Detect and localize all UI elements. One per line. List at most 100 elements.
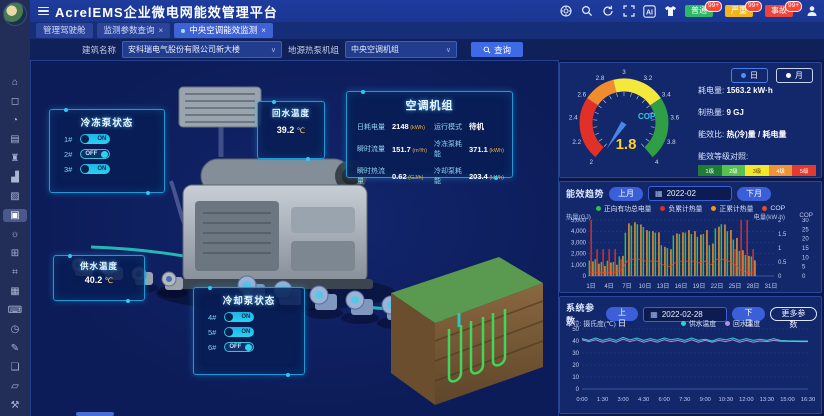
- tab-2[interactable]: 监测参数查询×: [97, 23, 171, 37]
- refresh-icon[interactable]: [601, 5, 614, 18]
- legend-item: 正向有功总电量: [596, 203, 652, 213]
- dashboard-icon[interactable]: ▣: [3, 209, 27, 222]
- layers-icon[interactable]: ❏: [3, 361, 27, 374]
- stat-value: 371.1 (kWh): [469, 145, 504, 154]
- main-content: 冷冻泵状态 1#ON2#OFF3#ON 回水温度 39.2 ℃ 空调机组 日耗电…: [30, 60, 824, 416]
- stat-label: 瞬时热流量: [357, 166, 385, 186]
- pump-toggle[interactable]: ON: [80, 134, 110, 144]
- alarm-badge-normal[interactable]: 普通99+: [685, 5, 713, 17]
- system-select[interactable]: 中央空调机组 ∨: [345, 41, 457, 58]
- screen-icon[interactable]: ◻: [3, 95, 27, 108]
- menu-toggle-icon[interactable]: [38, 7, 49, 16]
- search-icon[interactable]: [580, 5, 593, 18]
- svg-text:1.5: 1.5: [778, 232, 787, 238]
- edit-icon[interactable]: ✎: [3, 342, 27, 355]
- svg-text:0: 0: [583, 274, 587, 280]
- svg-text:30: 30: [802, 218, 809, 224]
- svg-text:9:00: 9:00: [700, 397, 711, 403]
- toggle-knob: [245, 344, 252, 351]
- folder-icon[interactable]: ▤: [3, 133, 27, 146]
- day-mode-button[interactable]: 日: [731, 68, 768, 83]
- pump-toggle[interactable]: ON: [224, 327, 254, 337]
- legend-label: 正累计热量: [719, 203, 753, 213]
- toggle-state: ON: [241, 329, 250, 335]
- ai-icon[interactable]: AI: [643, 5, 656, 18]
- calendar-icon[interactable]: ▦: [3, 285, 27, 298]
- svg-text:20: 20: [802, 237, 809, 243]
- svg-text:13日: 13日: [657, 283, 670, 290]
- bulb-icon[interactable]: ☼: [3, 228, 27, 241]
- bar-chart-icon[interactable]: ▟: [3, 171, 27, 184]
- theme-icon[interactable]: [559, 5, 572, 18]
- ahu-stats-panel: 空调机组 日耗电量2148 (kWh)运行模式待机瞬时流量151.7 (m³/h…: [346, 91, 513, 178]
- legend-label: 正向有功总电量: [604, 203, 652, 213]
- building-icon[interactable]: ♜: [3, 152, 27, 165]
- pump-row: 1#ON: [64, 134, 164, 144]
- toggle-state: ON: [97, 166, 106, 172]
- energy-stats: 耗电量: 1563.2 kW·h 制热量: 9 GJ 能效比: 热(冷)量 / …: [698, 85, 816, 176]
- system-chart: 010203040500:001:303:004:306:007:309:001…: [562, 327, 820, 411]
- query-button[interactable]: 查询: [471, 42, 523, 57]
- svg-text:13:30: 13:30: [760, 397, 775, 403]
- svg-text:25日: 25日: [729, 283, 742, 290]
- legend-dot: [725, 321, 730, 326]
- right-panel: 日 月 22.22.42.62.833.23.43.63.84COP1.8 耗电…: [559, 62, 822, 414]
- globe-icon[interactable]: ◔: [3, 114, 27, 127]
- next-month-button[interactable]: 下月: [737, 187, 771, 201]
- svg-text:3.8: 3.8: [667, 139, 676, 146]
- tab-label: 中央空调能效监测: [189, 25, 257, 35]
- tab-1[interactable]: 管理驾驶舱: [36, 23, 93, 37]
- toggle-knob: [81, 165, 89, 173]
- user-icon[interactable]: [805, 5, 818, 18]
- svg-text:12:00: 12:00: [739, 397, 754, 403]
- pump-toggle[interactable]: ON: [80, 164, 110, 174]
- pump-id: 5#: [208, 328, 216, 337]
- svg-text:2.8: 2.8: [596, 75, 605, 82]
- svg-text:4:30: 4:30: [638, 397, 649, 403]
- supply-temp-value: 40.2 ℃: [54, 275, 144, 285]
- pump-toggle[interactable]: ON: [224, 312, 254, 322]
- image-icon[interactable]: ▨: [3, 190, 27, 203]
- alarm-badge-accident[interactable]: 事故99+: [765, 5, 793, 17]
- panel-title: 冷却泵状态: [194, 293, 304, 307]
- skin-icon[interactable]: [664, 5, 677, 18]
- toggle-knob: [81, 135, 89, 143]
- stat-label: 冷冻泵耗能: [434, 139, 462, 159]
- stat-label: 运行模式: [434, 122, 462, 132]
- svg-text:0.5: 0.5: [778, 260, 787, 266]
- tab-close-icon[interactable]: ×: [261, 26, 266, 36]
- tab-3[interactable]: 中央空调能效监测 ×: [174, 23, 273, 37]
- svg-text:AI: AI: [646, 9, 653, 16]
- prev-month-button[interactable]: 上月: [609, 187, 643, 201]
- pump-toggle[interactable]: OFF: [224, 342, 254, 352]
- month-mode-button[interactable]: 月: [776, 68, 813, 83]
- legend-dot: [711, 206, 716, 211]
- grid-icon[interactable]: ⊞: [3, 247, 27, 260]
- document-icon[interactable]: ▱: [3, 380, 27, 393]
- filter-bar: 建筑名称 安科瑞电气股份有限公司新大楼 ∨ 地源热泵机组 中央空调机组 ∨ 查询: [30, 39, 824, 60]
- device-icon[interactable]: ⌗: [3, 266, 27, 279]
- stat-label: 日耗电量: [357, 122, 385, 132]
- svg-text:4日: 4日: [604, 283, 613, 290]
- legend-label: COP: [770, 205, 785, 212]
- toggle-knob: [225, 328, 233, 336]
- heat-value: 9 GJ: [726, 108, 743, 117]
- alarm-badge-severe[interactable]: 严重99+: [725, 5, 753, 17]
- cooling-pump-status-panel: 冷却泵状态 4#ON5#ON6#OFF: [193, 287, 305, 375]
- keyboard-icon[interactable]: ⌨: [3, 304, 27, 317]
- svg-text:25: 25: [802, 227, 809, 233]
- pump-toggle[interactable]: OFF: [80, 149, 110, 159]
- tab-close-icon[interactable]: ×: [159, 26, 164, 36]
- svg-text:3.4: 3.4: [662, 91, 671, 98]
- building-select[interactable]: 安科瑞电气股份有限公司新大楼 ∨: [122, 41, 282, 58]
- month-picker[interactable]: ▦ 2022-02: [648, 186, 732, 201]
- clock-icon[interactable]: ◷: [3, 323, 27, 336]
- fullscreen-icon[interactable]: [622, 5, 635, 18]
- app-logo[interactable]: [3, 2, 27, 26]
- svg-text:16:30: 16:30: [801, 397, 816, 403]
- tools-icon[interactable]: ⚒: [3, 399, 27, 412]
- home-icon[interactable]: ⌂: [3, 76, 27, 89]
- horizontal-scrollbar[interactable]: [76, 412, 114, 416]
- stat-value: 2148 (kWh): [392, 122, 427, 131]
- svg-text:10: 10: [802, 255, 809, 261]
